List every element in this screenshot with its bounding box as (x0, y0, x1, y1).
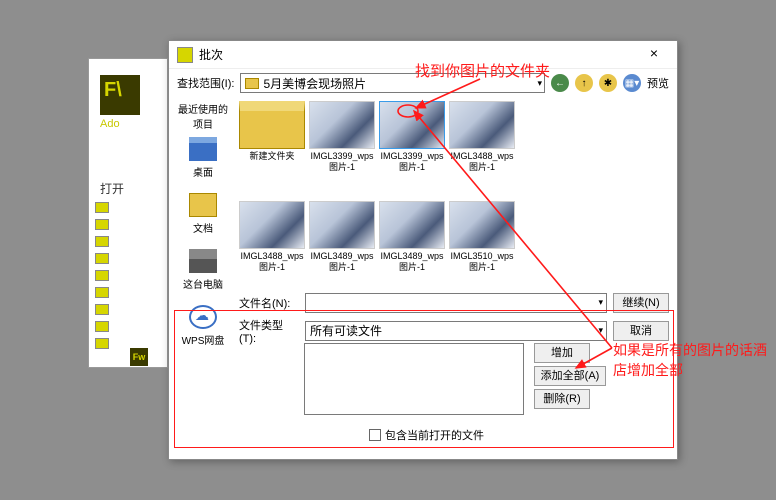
photo-thumb (379, 201, 445, 249)
add-button[interactable]: 增加 (534, 343, 590, 363)
photo-thumb (239, 201, 305, 249)
photo-thumb (309, 101, 375, 149)
filetype-select[interactable]: 所有可读文件▾ (305, 321, 607, 341)
cloud-icon (189, 305, 217, 329)
thispc-item[interactable]: 这台电脑 (175, 249, 231, 291)
cancel-button[interactable]: 取消 (613, 321, 669, 341)
checkbox[interactable] (369, 429, 381, 441)
thumbnails-row2: IMGL3488_wps图片-1 IMGL3489_wps图片-1 IMGL34… (239, 201, 609, 273)
continue-button[interactable]: 继续(N) (613, 293, 669, 313)
thumb-item[interactable]: IMGL3510_wps图片-1 (449, 201, 515, 273)
folder-name: 5月美博会现场照片 (263, 75, 366, 92)
filename-input[interactable]: ▾ (305, 293, 607, 313)
open-label: 打开 (100, 180, 124, 197)
file-icon (95, 321, 109, 332)
close-button[interactable]: × (639, 45, 669, 65)
preview-label: 预览 (647, 75, 669, 91)
desktop-item[interactable]: 桌面 (175, 137, 231, 179)
view-icon[interactable]: ▦▾ (623, 74, 641, 92)
thumb-item[interactable]: IMGL3488_wps图片-1 (449, 101, 515, 173)
documents-icon (189, 193, 217, 217)
thumb-item[interactable]: IMGL3489_wps图片-1 (379, 201, 445, 273)
checkbox-label: 包含当前打开的文件 (385, 427, 484, 443)
desktop-icon (189, 137, 217, 161)
annotation-2: 如果是所有的图片的话酒店增加全部 (613, 340, 776, 380)
file-icon (95, 253, 109, 264)
recent-items-label: 最近使用的项目 (175, 101, 231, 131)
folder-icon (239, 101, 305, 149)
file-icon (95, 304, 109, 315)
new-folder-icon[interactable]: ✱ (599, 74, 617, 92)
annotation-1: 找到你图片的文件夹 (415, 60, 550, 81)
search-in-label: 查找范围(I): (177, 75, 234, 91)
wps-item[interactable]: WPS网盘 (175, 305, 231, 347)
documents-item[interactable]: 文档 (175, 193, 231, 235)
adobe-label: Ado (100, 118, 120, 130)
file-icon (95, 270, 109, 281)
file-icon (95, 219, 109, 230)
thumb-item[interactable]: IMGL3488_wps图片-1 (239, 201, 305, 273)
delete-button[interactable]: 删除(R) (534, 389, 590, 409)
photo-thumb (449, 201, 515, 249)
pc-icon (189, 249, 217, 273)
file-icon (95, 338, 109, 349)
photo-thumb (379, 101, 445, 149)
thumb-item[interactable]: IMGL3399_wps图片-1 (309, 101, 375, 173)
batch-buttons: 增加 添加全部(A) 删除(R) (534, 343, 606, 412)
thumbnails-row1: 新建文件夹 IMGL3399_wps图片-1 IMGL3399_wps图片-1 … (239, 101, 609, 173)
filename-label: 文件名(N): (239, 295, 299, 311)
recent-files (95, 200, 150, 353)
file-icon (95, 287, 109, 298)
file-icon (95, 202, 109, 213)
file-icon (95, 236, 109, 247)
back-icon[interactable]: ← (551, 74, 569, 92)
batch-dialog: 批次 × 查找范围(I): 5月美博会现场照片 ▾ ← ↑ ✱ ▦▾ 预览 最近… (168, 40, 678, 460)
app-icon (177, 47, 193, 63)
chevron-down-icon: ▾ (598, 297, 603, 308)
places-sidebar: 最近使用的项目 桌面 文档 这台电脑 WPS网盘 (175, 101, 231, 361)
chevron-down-icon: ▾ (598, 325, 603, 336)
include-open-files-row[interactable]: 包含当前打开的文件 (369, 427, 484, 443)
photo-thumb (309, 201, 375, 249)
fireworks-small-badge: Fw (130, 348, 148, 366)
batch-listbox[interactable] (304, 343, 524, 415)
thumb-item[interactable]: IMGL3489_wps图片-1 (309, 201, 375, 273)
filetype-label: 文件类型(T): (239, 317, 299, 345)
form-area: 文件名(N): ▾ 继续(N) 文件类型(T): 所有可读文件▾ 取消 (239, 293, 669, 349)
folder-icon (245, 78, 259, 89)
photo-thumb (449, 101, 515, 149)
add-all-button[interactable]: 添加全部(A) (534, 366, 606, 386)
fireworks-logo: F\ (100, 75, 140, 115)
thumb-item[interactable]: IMGL3399_wps图片-1 (379, 101, 445, 173)
up-icon[interactable]: ↑ (575, 74, 593, 92)
thumb-folder[interactable]: 新建文件夹 (239, 101, 305, 173)
